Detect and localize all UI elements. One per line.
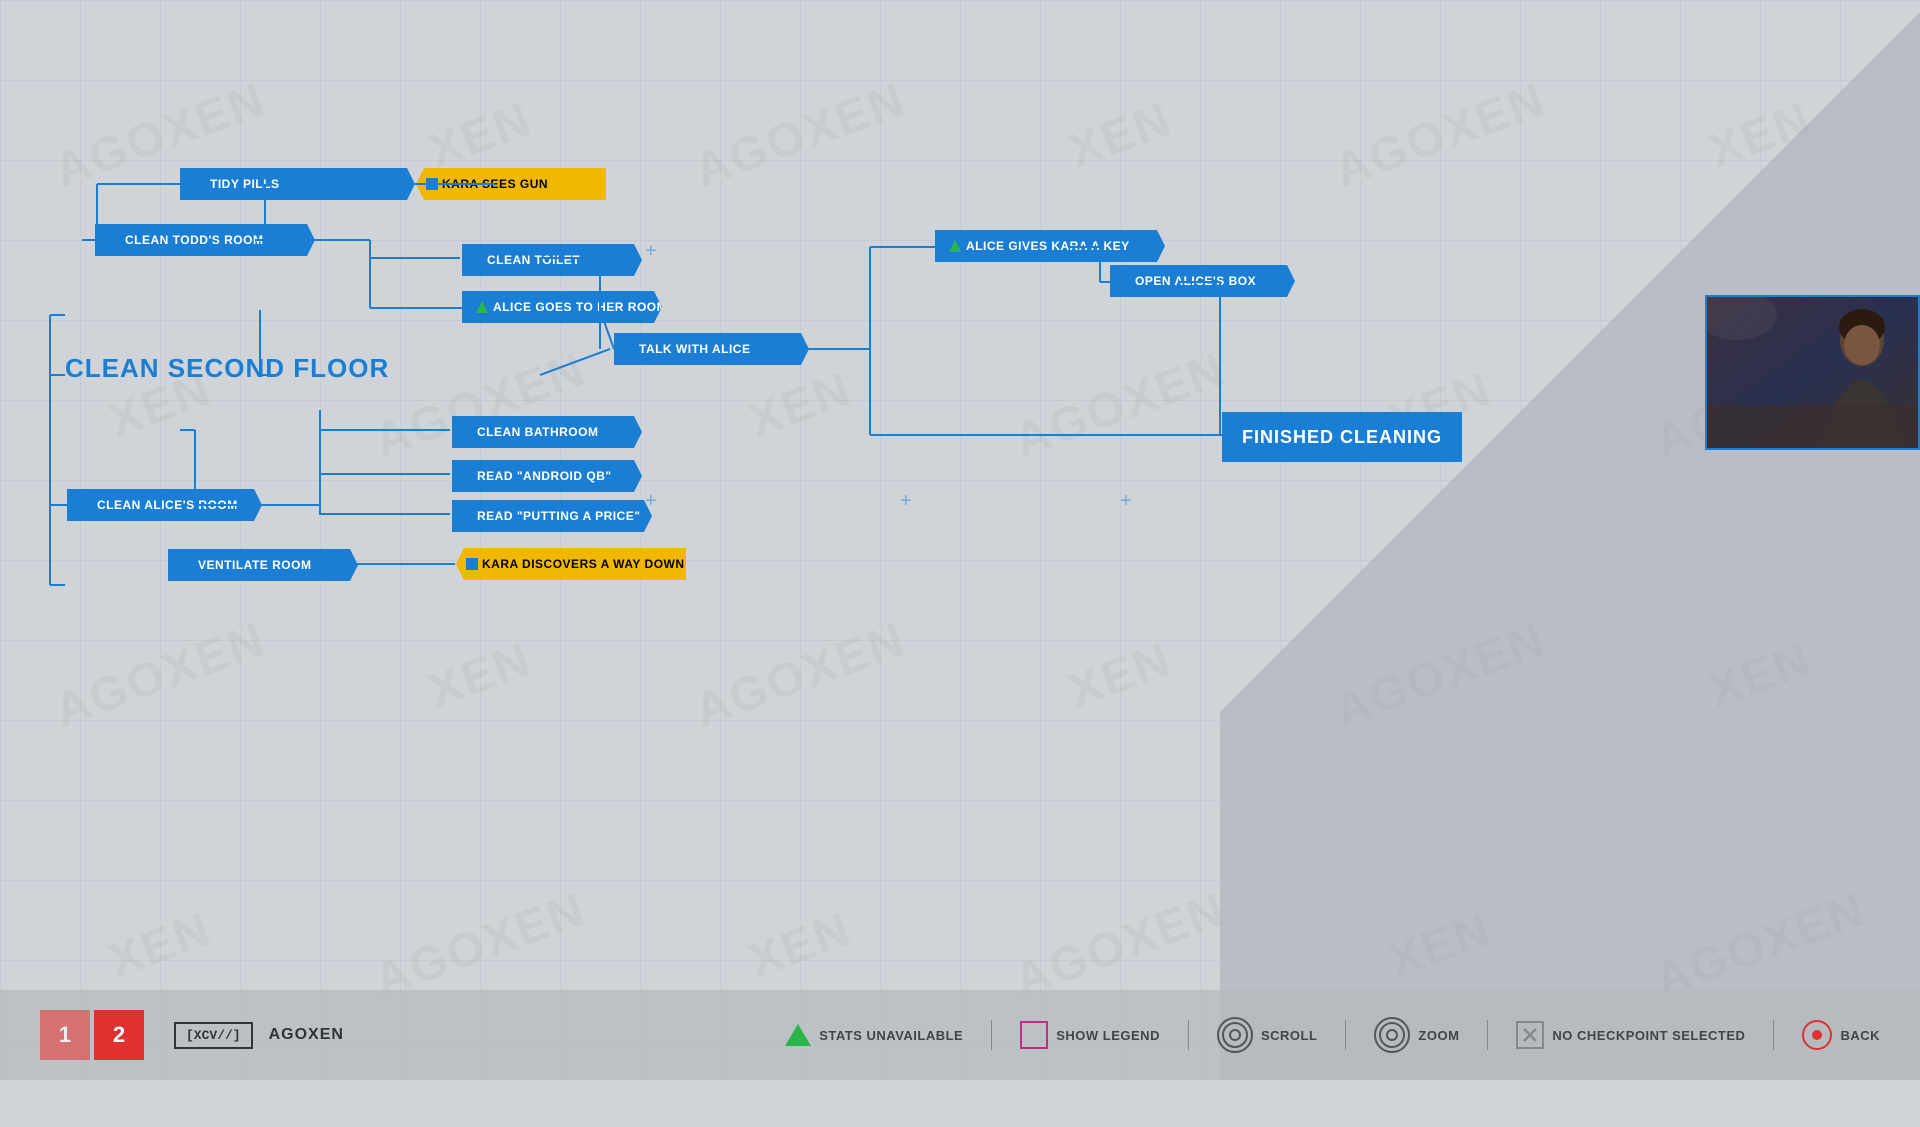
alice-goes-room-icon bbox=[476, 301, 488, 313]
scroll-control: SCROLL bbox=[1217, 1017, 1317, 1053]
stats-label: STATS UNAVAILABLE bbox=[819, 1028, 963, 1043]
talk-with-alice-arrow bbox=[628, 344, 635, 354]
clean-toilet-arrow bbox=[476, 255, 483, 265]
tidy-pills-node[interactable]: TIDY PILLS bbox=[180, 168, 415, 200]
checkpoint-control: NO CHECKPOINT SELECTED bbox=[1516, 1021, 1745, 1049]
legend-control[interactable]: SHOW LEGEND bbox=[1020, 1021, 1160, 1049]
read-android-qb-node[interactable]: READ "ANDROID QB" bbox=[452, 460, 642, 492]
plus-marker-1: + bbox=[645, 490, 657, 513]
webcam-inner bbox=[1707, 297, 1918, 448]
clean-bathroom-node[interactable]: CLEAN BATHROOM bbox=[452, 416, 642, 448]
alice-gives-key-icon bbox=[949, 240, 961, 252]
open-alices-box-arrow bbox=[1124, 276, 1131, 286]
zoom-control: ZOOM bbox=[1374, 1017, 1459, 1053]
square-icon bbox=[1020, 1021, 1048, 1049]
kara-discovers-icon bbox=[466, 558, 478, 570]
connectors-svg bbox=[0, 0, 1920, 1080]
clean-toilet-node[interactable]: CLEAN TOILET bbox=[462, 244, 642, 276]
clean-alices-room-arrow bbox=[81, 498, 91, 512]
talk-with-alice-node[interactable]: TALK WITH ALICE bbox=[614, 333, 809, 365]
clean-alices-room-node[interactable]: CLEAN ALICE'S ROOM bbox=[67, 489, 262, 521]
clean-todds-room-node[interactable]: CLEAN TODD'S ROOM bbox=[95, 224, 315, 256]
back-control[interactable]: BACK bbox=[1802, 1020, 1880, 1050]
bottom-bar: 1 2 [XCV//] AGOXEN STATS UNAVAILABLE SHO… bbox=[0, 990, 1920, 1080]
main-content: TIDY PILLS KARA SEES GUN CLEAN TODD'S RO… bbox=[0, 0, 1920, 1080]
ventilate-room-arrow bbox=[182, 558, 192, 572]
circle-icon bbox=[1802, 1020, 1832, 1050]
webcam-content bbox=[1707, 295, 1918, 450]
kara-sees-gun-icon bbox=[426, 178, 438, 190]
alice-goes-room-node[interactable]: ALICE GOES TO HER ROOM bbox=[462, 291, 662, 323]
open-alices-box-node[interactable]: OPEN ALICE'S BOX bbox=[1110, 265, 1295, 297]
plus-marker-4: + bbox=[645, 240, 657, 263]
separator-4 bbox=[1487, 1020, 1488, 1050]
brand-name: AGOXEN bbox=[269, 1026, 344, 1044]
page-tabs: 1 2 bbox=[40, 1010, 144, 1060]
kara-discovers-node[interactable]: KARA DISCOVERS A WAY DOWN bbox=[456, 548, 686, 580]
plus-marker-2: + bbox=[900, 490, 912, 513]
back-label: BACK bbox=[1840, 1028, 1880, 1043]
kara-sees-gun-node[interactable]: KARA SEES GUN bbox=[416, 168, 606, 200]
legend-label: SHOW LEGEND bbox=[1056, 1028, 1160, 1043]
plus-marker-3: + bbox=[1120, 490, 1132, 513]
tidy-pills-arrow bbox=[194, 177, 204, 191]
clean-second-floor-node[interactable]: CLEAN SECOND FLOOR bbox=[65, 353, 389, 384]
separator-1 bbox=[991, 1020, 992, 1050]
separator-5 bbox=[1773, 1020, 1774, 1050]
triangle-icon bbox=[785, 1024, 811, 1046]
clean-bathroom-arrow bbox=[466, 427, 473, 437]
circle-inner bbox=[1812, 1030, 1822, 1040]
read-android-qb-arrow bbox=[466, 471, 473, 481]
page-tab-2[interactable]: 2 bbox=[94, 1010, 144, 1060]
page-tab-1[interactable]: 1 bbox=[40, 1010, 90, 1060]
stats-control: STATS UNAVAILABLE bbox=[785, 1024, 963, 1046]
scroll-label: SCROLL bbox=[1261, 1028, 1317, 1043]
webcam-thumbnail bbox=[1705, 295, 1920, 450]
logo-badge: [XCV//] bbox=[174, 1022, 253, 1049]
zoom-icon bbox=[1374, 1017, 1410, 1053]
checkpoint-label: NO CHECKPOINT SELECTED bbox=[1552, 1028, 1745, 1043]
bottom-controls: STATS UNAVAILABLE SHOW LEGEND SCROLL bbox=[785, 1017, 1880, 1053]
read-putting-price-arrow bbox=[466, 511, 473, 521]
clean-todds-room-arrow bbox=[109, 233, 119, 247]
ventilate-room-node[interactable]: VENTILATE ROOM bbox=[168, 549, 358, 581]
read-putting-price-node[interactable]: READ "PUTTING A PRICE" bbox=[452, 500, 652, 532]
finished-cleaning-node[interactable]: FINISHED CLEANING bbox=[1222, 412, 1462, 462]
scroll-icon bbox=[1217, 1017, 1253, 1053]
alice-gives-key-node[interactable]: ALICE GIVES KARA A KEY bbox=[935, 230, 1165, 262]
separator-2 bbox=[1188, 1020, 1189, 1050]
separator-3 bbox=[1345, 1020, 1346, 1050]
x-icon bbox=[1516, 1021, 1544, 1049]
zoom-label: ZOOM bbox=[1418, 1028, 1459, 1043]
